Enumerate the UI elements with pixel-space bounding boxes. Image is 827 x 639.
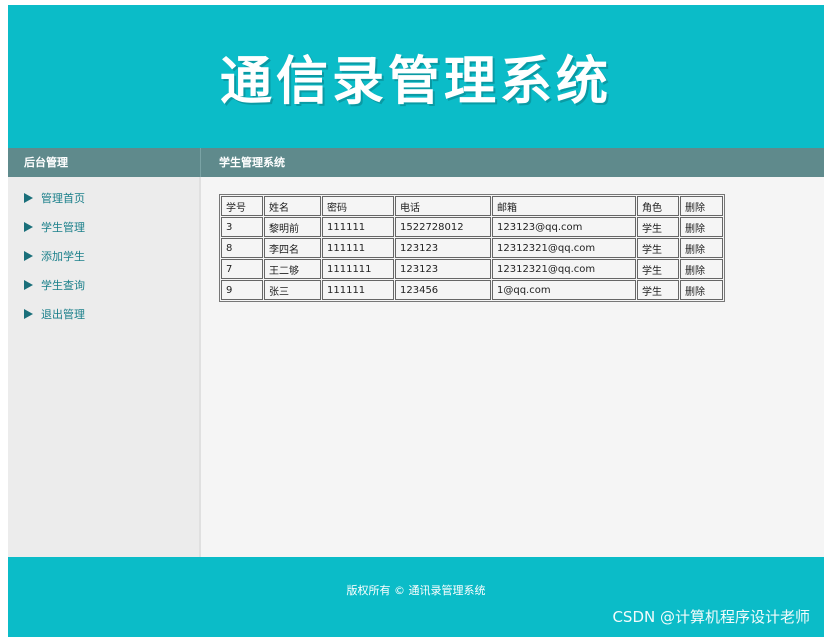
delete-link[interactable]: 删除 [680, 259, 723, 279]
student-table: 学号 姓名 密码 电话 邮箱 角色 删除 3 黎明前 111111 152272… [219, 194, 725, 302]
cell-role: 学生 [637, 259, 679, 279]
cell-email: 123123@qq.com [492, 217, 636, 237]
cell-role: 学生 [637, 238, 679, 258]
content-header: 学生管理系统 [201, 148, 824, 177]
page-frame: 通信录管理系统 后台管理 学生管理系统 管理首页 学生管理 添加学生 学生查询 [8, 5, 824, 637]
cell-password: 111111 [322, 280, 394, 300]
cell-id: 9 [221, 280, 263, 300]
footer: 版权所有 © 通讯录管理系统 CSDN @计算机程序设计老师 [8, 557, 824, 637]
sidebar-header: 后台管理 [8, 148, 201, 177]
main-content: 学号 姓名 密码 电话 邮箱 角色 删除 3 黎明前 111111 152272… [201, 177, 824, 557]
cell-email: 1@qq.com [492, 280, 636, 300]
watermark-text: CSDN @计算机程序设计老师 [612, 608, 810, 626]
table-row: 7 王二够 1111111 123123 12312321@qq.com 学生 … [221, 259, 723, 279]
cell-phone: 1522728012 [395, 217, 491, 237]
cell-role: 学生 [637, 280, 679, 300]
sidebar-item-add-student[interactable]: 添加学生 [8, 241, 199, 270]
cell-role: 学生 [637, 217, 679, 237]
delete-link[interactable]: 删除 [680, 217, 723, 237]
column-header: 邮箱 [492, 196, 636, 216]
cell-id: 3 [221, 217, 263, 237]
table-row: 9 张三 111111 123456 1@qq.com 学生 删除 [221, 280, 723, 300]
column-header: 角色 [637, 196, 679, 216]
delete-link[interactable]: 删除 [680, 238, 723, 258]
cell-password: 111111 [322, 238, 394, 258]
cell-id: 7 [221, 259, 263, 279]
column-header: 姓名 [264, 196, 321, 216]
cell-name: 张三 [264, 280, 321, 300]
cell-email: 12312321@qq.com [492, 238, 636, 258]
arrow-right-icon [24, 192, 33, 203]
arrow-right-icon [24, 308, 33, 319]
cell-name: 黎明前 [264, 217, 321, 237]
sidebar-item-student-query[interactable]: 学生查询 [8, 270, 199, 299]
cell-password: 1111111 [322, 259, 394, 279]
arrow-right-icon [24, 221, 33, 232]
sidebar-item-label: 学生管理 [41, 220, 85, 234]
sidebar-item-label: 学生查询 [41, 278, 85, 292]
cell-phone: 123123 [395, 259, 491, 279]
cell-email: 12312321@qq.com [492, 259, 636, 279]
table-row: 8 李四名 111111 123123 12312321@qq.com 学生 删… [221, 238, 723, 258]
cell-password: 111111 [322, 217, 394, 237]
table-header-row: 学号 姓名 密码 电话 邮箱 角色 删除 [221, 196, 723, 216]
column-header: 密码 [322, 196, 394, 216]
delete-link[interactable]: 删除 [680, 280, 723, 300]
sidebar-item-label: 添加学生 [41, 249, 85, 263]
cell-name: 李四名 [264, 238, 321, 258]
cell-id: 8 [221, 238, 263, 258]
cell-name: 王二够 [264, 259, 321, 279]
cell-phone: 123123 [395, 238, 491, 258]
copyright-text: 版权所有 © 通讯录管理系统 [346, 584, 486, 597]
cell-phone: 123456 [395, 280, 491, 300]
sidebar-item-label: 退出管理 [41, 307, 85, 321]
sidebar-item-student-management[interactable]: 学生管理 [8, 212, 199, 241]
sidebar-item-label: 管理首页 [41, 191, 85, 205]
column-header: 删除 [680, 196, 723, 216]
sidebar-item-logout[interactable]: 退出管理 [8, 299, 199, 328]
app-title: 通信录管理系统 [219, 51, 612, 112]
sidebar: 管理首页 学生管理 添加学生 学生查询 退出管理 [8, 177, 201, 557]
table-row: 3 黎明前 111111 1522728012 123123@qq.com 学生… [221, 217, 723, 237]
column-header: 学号 [221, 196, 263, 216]
column-header: 电话 [395, 196, 491, 216]
arrow-right-icon [24, 250, 33, 261]
header-banner: 通信录管理系统 [8, 5, 824, 148]
sidebar-menu: 管理首页 学生管理 添加学生 学生查询 退出管理 [8, 177, 199, 328]
sidebar-item-home[interactable]: 管理首页 [8, 183, 199, 212]
arrow-right-icon [24, 279, 33, 290]
